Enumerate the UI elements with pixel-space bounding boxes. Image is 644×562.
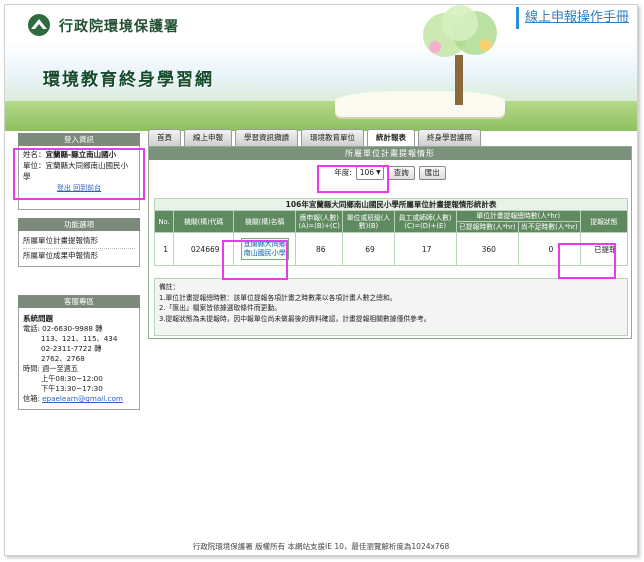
- row-no: 1: [153, 232, 175, 266]
- service-header: 客服專區: [18, 295, 140, 308]
- school-name-link[interactable]: 宜蘭縣大同鄉 南山國民小學: [240, 238, 289, 260]
- col-shortfall: 尚不足時數(人*hr): [517, 221, 581, 233]
- col-reported-hours: 已提報時數(人*hr): [455, 221, 519, 233]
- export-button[interactable]: 匯出: [418, 165, 446, 180]
- tree-illustration: [423, 5, 497, 105]
- service-hours: 時間: 週一至週五: [23, 364, 79, 373]
- note-1: 1.單位計畫提報總時數：該單位提報各項計畫之時數乘以各項計畫人數之總和。: [159, 293, 397, 302]
- page-frame: 行政院環境保護署 環境教育終身學習網 線上申報操作手冊 首頁 線上申報 學習資訊…: [4, 4, 638, 556]
- year-label: 年度:: [334, 168, 352, 177]
- menu-result-report-status[interactable]: 所屬單位成果申報情形: [23, 249, 135, 263]
- row-status: 已提報: [579, 232, 629, 266]
- main-panel-title: 所屬單位計畫提報情形: [149, 147, 631, 160]
- main-tabs: 首頁 線上申報 學習資訊擷讀 環境教育單位 統計報表 終身學習護照: [148, 129, 484, 146]
- footer: 行政院環境保護署 版權所有 本網站支援IE 10，最佳瀏覽解析度為1024x76…: [192, 542, 450, 551]
- col-worker: 員工或師師(人數)(C)=(D)+(E): [393, 210, 457, 233]
- service-hours-am: 上午08:30~12:00: [41, 374, 103, 383]
- stats-table: 106年宜蘭縣大同鄉南山國民小學所屬單位計畫提報情形統計表 No. 機關(構)代…: [153, 198, 629, 266]
- dropdown-arrow-icon: ▼: [376, 168, 381, 176]
- user-unit-line: 單位：宜蘭縣大同鄉南山國民小學: [23, 160, 135, 182]
- col-should: 應申報(人數)(A)=(B)+(C): [295, 210, 344, 233]
- school-name-line2: 南山國民小學: [243, 249, 286, 257]
- tab-online-report[interactable]: 線上申報: [184, 129, 232, 146]
- row-worker: 17: [393, 232, 457, 266]
- service-mail-link[interactable]: epaelearn@gmail.com: [42, 394, 123, 403]
- row-reported-hours: 360: [455, 232, 519, 266]
- user-info-box: 姓名：宜蘭縣-縣立南山國小 單位：宜蘭縣大同鄉南山國民小學 登出 回到前台: [18, 146, 140, 210]
- row-code: 024669: [173, 232, 235, 266]
- row-name: 宜蘭縣大同鄉 南山國民小學: [233, 232, 297, 266]
- notes-title: 備註：: [159, 283, 180, 291]
- tab-env-edu-units[interactable]: 環境教育單位: [301, 129, 364, 146]
- query-button[interactable]: 查詢: [387, 165, 415, 180]
- tab-statistics[interactable]: 統計報表: [367, 129, 415, 146]
- user-info-header: 登入資訊: [18, 133, 140, 146]
- unit-label: 單位：: [23, 161, 46, 170]
- filter-bar: 年度: 106 ▼ 查詢 匯出: [149, 160, 631, 182]
- row-staff: 69: [342, 232, 395, 266]
- function-header: 功能選項: [18, 218, 140, 231]
- note-3: 3.提報狀態為未提報時，因中報單位尚未做最後的資料確認，計畫提報相關數據僅供參考…: [159, 314, 431, 323]
- service-phone2-ext: 2762、2768: [41, 354, 85, 363]
- service-hours-pm: 下午13:30~17:30: [41, 384, 103, 393]
- tab-home[interactable]: 首頁: [148, 129, 181, 146]
- school-name-line1: 宜蘭縣大同鄉: [243, 240, 286, 248]
- note-2: 2.「匯出」檔案皆依據選取條件而更動。: [159, 304, 282, 312]
- user-name-label: 姓名：: [23, 150, 46, 159]
- left-sidebar: 登入資訊 姓名：宜蘭縣-縣立南山國小 單位：宜蘭縣大同鄉南山國民小學 登出 回到…: [18, 133, 140, 410]
- row-should: 86: [295, 232, 344, 266]
- function-menu: 所屬單位計畫提報情形 所屬單位成果申報情形: [18, 231, 140, 267]
- col-status: 提報狀態: [579, 210, 629, 233]
- col-code: 機關(構)代碼: [173, 210, 235, 233]
- service-box: 系統問題 電話: 02-6630-9988 轉 113、121、115、434 …: [18, 308, 140, 410]
- epa-logo-icon: [28, 14, 50, 36]
- service-phone: 電話: 02-6630-9988 轉: [23, 324, 103, 333]
- notes-box: 備註： 1.單位計畫提報總時數：該單位提報各項計畫之時數乘以各項計畫人數之總和。…: [154, 278, 628, 336]
- tab-learning-info[interactable]: 學習資訊擷讀: [235, 129, 298, 146]
- table-title: 106年宜蘭縣大同鄉南山國民小學所屬單位計畫提報情形統計表: [154, 198, 628, 211]
- user-name-line: 姓名：宜蘭縣-縣立南山國小: [23, 149, 135, 160]
- manual-link[interactable]: 線上申報操作手冊: [515, 7, 629, 29]
- org-name: 行政院環境保護署: [59, 19, 179, 35]
- site-title: 環境教育終身學習網: [43, 70, 214, 90]
- main-panel: 所屬單位計畫提報情形 年度: 106 ▼ 查詢 匯出 106年宜蘭縣大同鄉南山國…: [148, 146, 632, 339]
- service-mail-line: 信箱: epaelearn@gmail.com: [23, 394, 135, 404]
- tab-passport[interactable]: 終身學習護照: [418, 129, 481, 146]
- col-name: 機關(構)名稱: [233, 210, 297, 233]
- banner-grass: [5, 101, 637, 131]
- service-title: 系統問題: [23, 314, 53, 323]
- site-banner: 行政院環境保護署 環境教育終身學習網 線上申報操作手冊: [5, 5, 637, 131]
- menu-plan-report-status[interactable]: 所屬單位計畫提報情形: [23, 234, 135, 249]
- logout-link[interactable]: 登出 回到前台: [23, 183, 135, 193]
- row-shortfall: 0: [517, 232, 581, 266]
- service-phone-ext: 113、121、115、434: [41, 334, 118, 343]
- col-staff: 單位或班級(人數)(B): [342, 210, 395, 233]
- table-row: 1 024669 宜蘭縣大同鄉 南山國民小學 86 69 17 360 0 已提…: [153, 232, 629, 266]
- user-name: 宜蘭縣-縣立南山國小: [45, 150, 117, 159]
- year-select[interactable]: 106 ▼: [355, 165, 384, 180]
- service-phone2: 02-2311-7722 轉: [41, 344, 102, 353]
- year-value: 106: [359, 167, 375, 177]
- col-hours-group: 單位計畫提報總時數(人*hr): [455, 210, 581, 222]
- service-mail-label: 信箱:: [23, 394, 43, 403]
- col-no: No.: [153, 210, 175, 233]
